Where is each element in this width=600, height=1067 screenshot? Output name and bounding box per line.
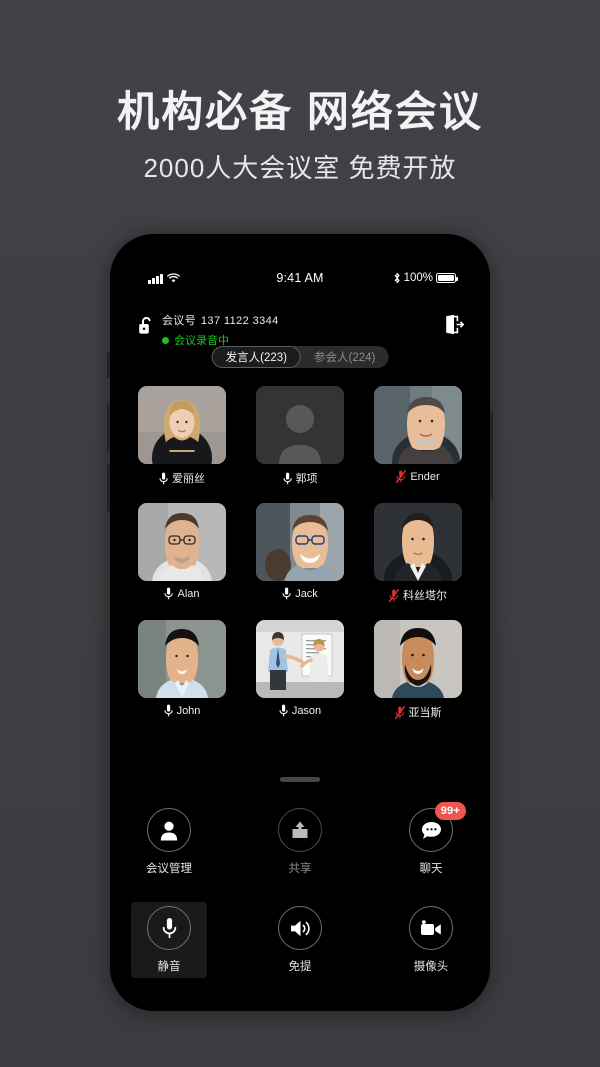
microphone-icon xyxy=(279,704,288,717)
participant-tile[interactable]: 郭项 xyxy=(256,386,344,486)
participant-video[interactable] xyxy=(374,620,462,698)
participant-video[interactable] xyxy=(374,386,462,464)
participant-video[interactable] xyxy=(138,620,226,698)
tab-speakers[interactable]: 发言人(223) xyxy=(211,346,301,368)
control-row-1: 会议管理 共享 99+ 聊天 xyxy=(110,802,490,880)
microphone-icon xyxy=(164,704,173,717)
microphone-icon xyxy=(147,906,191,950)
unlock-icon[interactable] xyxy=(138,316,154,340)
mute-button[interactable]: 静音 xyxy=(131,902,207,978)
microphone-icon xyxy=(159,472,168,484)
participant-tile[interactable]: 爱丽丝 xyxy=(138,386,226,486)
participant-tile[interactable]: Jack xyxy=(256,503,344,603)
control-row-2: 静音 免提 摄像头 xyxy=(110,902,490,978)
camera-button[interactable]: 摄像头 xyxy=(393,902,469,978)
participant-name-row: 郭项 xyxy=(256,470,344,486)
control-label: 免提 xyxy=(288,961,312,973)
participant-tile[interactable]: 科丝塔尔 xyxy=(374,503,462,603)
control-label: 摄像头 xyxy=(413,961,449,973)
participant-name: 科丝塔尔 xyxy=(403,590,447,602)
participant-row: 爱丽丝 郭项 Ender xyxy=(138,386,462,486)
chat-button[interactable]: 99+ 聊天 xyxy=(393,802,469,880)
speaker-icon xyxy=(278,906,322,950)
participant-name: 爱丽丝 xyxy=(172,473,205,485)
participant-tile[interactable]: Ender xyxy=(374,386,462,486)
video-camera-icon xyxy=(409,906,453,950)
tab-attendees[interactable]: 参会人(224) xyxy=(301,346,388,368)
participant-name: John xyxy=(176,704,201,717)
share-upload-icon xyxy=(278,808,322,852)
promo-page: 机构必备 网络会议 2000人大会议室 免费开放 9:41 AM 100% 会议… xyxy=(0,0,600,1067)
participant-video[interactable] xyxy=(256,620,344,698)
microphone-muted-icon xyxy=(394,705,405,719)
participant-name-row: Alan xyxy=(138,587,226,600)
control-label: 静音 xyxy=(157,961,181,973)
meeting-id-row: 会议号 137 1122 3344 xyxy=(162,312,279,328)
person-icon xyxy=(147,808,191,852)
participant-name: 亚当斯 xyxy=(408,707,442,719)
participant-tabs: 发言人(223) 参会人(224) xyxy=(211,346,389,368)
control-label: 共享 xyxy=(288,863,312,875)
battery-percent-label: 100% xyxy=(403,272,433,284)
participant-tile[interactable]: John xyxy=(138,620,226,720)
status-bar: 9:41 AM 100% xyxy=(110,270,490,286)
share-button[interactable]: 共享 xyxy=(262,804,338,880)
battery-full-icon xyxy=(436,273,458,283)
recording-dot-icon xyxy=(162,336,169,344)
microphone-icon xyxy=(164,587,174,600)
participant-tile[interactable]: 亚当斯 xyxy=(374,620,462,720)
page-subtitle: 2000人大会议室 免费开放 xyxy=(143,153,457,183)
status-bar-right: 100% xyxy=(393,272,458,284)
participant-name-row: Jack xyxy=(256,587,344,600)
microphone-muted-icon xyxy=(389,588,399,602)
participant-row: Alan Jack 科丝塔尔 xyxy=(138,503,462,603)
speaker-button[interactable]: 免提 xyxy=(262,902,338,978)
participant-name: Jack xyxy=(295,587,318,600)
exit-door-icon[interactable] xyxy=(444,314,464,340)
microphone-muted-icon xyxy=(396,470,407,483)
participant-name-row: 爱丽丝 xyxy=(138,470,226,486)
microphone-icon xyxy=(282,472,292,484)
meeting-id-label: 会议号 xyxy=(162,315,196,327)
phone-frame: 9:41 AM 100% 会议号 137 1122 3344 会议录音中 发言人… xyxy=(107,234,493,1011)
control-label: 聊天 xyxy=(419,863,443,875)
control-label: 会议管理 xyxy=(146,863,192,875)
participant-grid: 爱丽丝 郭项 Ender Alan Jack 科丝塔尔 John Jason 亚… xyxy=(138,386,462,737)
participant-row: John Jason 亚当斯 xyxy=(138,620,462,720)
participant-name: Ender xyxy=(410,470,440,483)
bluetooth-icon xyxy=(394,272,400,284)
participant-tile[interactable]: Jason xyxy=(256,620,344,720)
participant-video[interactable] xyxy=(138,386,226,464)
microphone-icon xyxy=(282,587,291,600)
participant-tile[interactable]: Alan xyxy=(138,503,226,603)
meeting-id-value: 137 1122 3344 xyxy=(200,315,279,327)
page-title: 机构必备 网络会议 xyxy=(117,88,483,135)
phone-screen: 9:41 AM 100% 会议号 137 1122 3344 会议录音中 发言人… xyxy=(110,234,490,1011)
control-bar: 会议管理 共享 99+ 聊天 静音 免提 摄像头 xyxy=(110,802,490,978)
participant-name-row: 亚当斯 xyxy=(374,704,462,720)
participant-video[interactable] xyxy=(138,503,226,581)
participant-name-row: John xyxy=(138,704,226,717)
meeting-info: 会议号 137 1122 3344 会议录音中 xyxy=(162,312,279,348)
participant-name: 郭项 xyxy=(295,473,318,485)
participant-name: Alan xyxy=(177,587,200,600)
participant-name: Jason xyxy=(291,704,322,717)
sheet-drag-handle[interactable] xyxy=(280,777,320,782)
meeting-management-button[interactable]: 会议管理 xyxy=(131,804,207,880)
participant-video[interactable] xyxy=(256,386,344,464)
participant-name-row: 科丝塔尔 xyxy=(374,587,462,603)
participant-name-row: Jason xyxy=(256,704,344,717)
participant-video[interactable] xyxy=(256,503,344,581)
participant-name-row: Ender xyxy=(374,470,462,483)
participant-video[interactable] xyxy=(374,503,462,581)
chat-unread-badge: 99+ xyxy=(434,802,466,820)
